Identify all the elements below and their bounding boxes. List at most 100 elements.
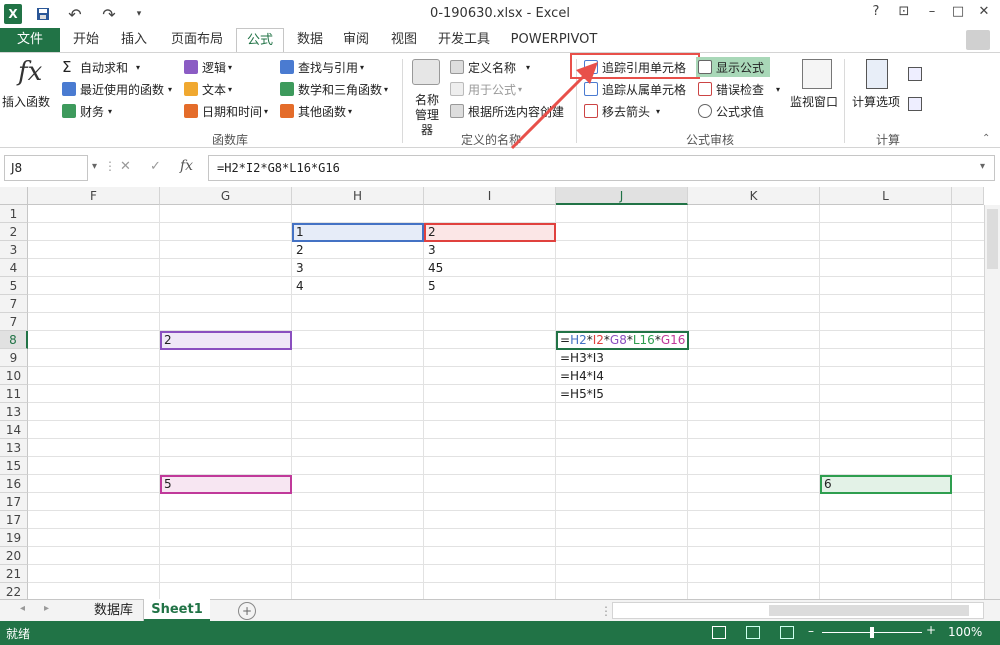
column-header-l[interactable]: L — [820, 187, 952, 205]
vertical-scrollbar[interactable] — [984, 205, 1000, 599]
enter-icon[interactable]: ✓ — [150, 159, 161, 174]
scroll-sheets-right-icon[interactable]: ▸ — [44, 603, 49, 614]
watch-window-button[interactable]: 监视窗口 — [790, 93, 838, 110]
cell-g8[interactable]: 2 — [161, 331, 172, 349]
normal-view-icon[interactable] — [712, 626, 726, 639]
split-handle[interactable]: ⋮ — [600, 604, 612, 618]
column-header-f[interactable]: F — [28, 187, 160, 205]
column-header-j[interactable]: J — [556, 187, 688, 205]
logical-button[interactable]: 逻辑 ▾ — [184, 57, 232, 77]
row-header[interactable]: 10 — [0, 367, 28, 385]
tab-insert[interactable]: 插入 — [112, 28, 156, 52]
financial-button[interactable]: 财务 ▾ — [62, 101, 112, 121]
cell-g16[interactable]: 5 — [161, 475, 172, 493]
row-header[interactable]: 5 — [0, 277, 28, 295]
cell-h5[interactable]: 4 — [293, 277, 304, 295]
ribbon-display-options-icon[interactable]: ⊡ — [890, 4, 918, 24]
text-button[interactable]: 文本 ▾ — [184, 79, 232, 99]
zoom-out-icon[interactable]: – — [808, 624, 814, 638]
cell-i5[interactable]: 5 — [425, 277, 436, 295]
zoom-slider-thumb[interactable] — [870, 627, 874, 638]
name-box[interactable]: J8 — [4, 155, 88, 181]
row-header[interactable]: 1 — [0, 205, 28, 223]
tab-data[interactable]: 数据 — [288, 28, 332, 52]
column-header-m[interactable] — [952, 187, 984, 205]
sheet-tab-sheet1[interactable]: Sheet1 — [144, 599, 210, 621]
row-header[interactable]: 14 — [0, 421, 28, 439]
row-header[interactable]: 16 — [0, 475, 28, 493]
cell-h2[interactable]: 1 — [293, 223, 304, 241]
more-functions-button[interactable]: 其他函数 ▾ — [280, 101, 352, 121]
cell-j11[interactable]: =H5*I5 — [557, 385, 604, 403]
recently-used-button[interactable]: 最近使用的函数 ▾ — [62, 79, 172, 99]
cancel-icon[interactable]: ✕ — [120, 159, 131, 174]
row-header[interactable]: 11 — [0, 385, 28, 403]
row-header[interactable]: 9 — [0, 349, 28, 367]
tab-file[interactable]: 文件 — [0, 28, 60, 52]
row-header[interactable]: 2 — [0, 223, 28, 241]
maximize-icon[interactable]: □ — [944, 4, 972, 24]
cell-i2[interactable]: 2 — [425, 223, 436, 241]
horizontal-scrollbar[interactable] — [612, 602, 984, 619]
tab-home[interactable]: 开始 — [64, 28, 108, 52]
cell-l16[interactable]: 6 — [821, 475, 832, 493]
sheet-tab-database[interactable]: 数据库 — [84, 600, 144, 621]
lookup-reference-button[interactable]: 查找与引用 ▾ — [280, 57, 364, 77]
vertical-scroll-thumb[interactable] — [987, 209, 998, 269]
cell-i3[interactable]: 3 — [425, 241, 436, 259]
row-header-selected[interactable]: 8 — [0, 331, 28, 349]
row-header[interactable]: 7 — [0, 313, 28, 331]
collapse-ribbon-icon[interactable]: ⌃ — [982, 133, 990, 144]
close-icon[interactable]: ✕ — [970, 4, 998, 24]
error-checking-button[interactable]: 错误检查 ▾ — [698, 79, 780, 99]
calculation-options-button[interactable]: 计算选项 — [852, 93, 900, 110]
row-header[interactable]: 17 — [0, 493, 28, 511]
row-header[interactable]: 3 — [0, 241, 28, 259]
cell-j10[interactable]: =H4*I4 — [557, 367, 604, 385]
select-all-corner[interactable] — [0, 187, 28, 205]
page-layout-view-icon[interactable] — [746, 626, 760, 639]
math-trig-button[interactable]: 数学和三角函数 ▾ — [280, 79, 388, 99]
column-header-h[interactable]: H — [292, 187, 424, 205]
column-header-i[interactable]: I — [424, 187, 556, 205]
scroll-sheets-left-icon[interactable]: ◂ — [20, 603, 25, 614]
row-header[interactable]: 17 — [0, 511, 28, 529]
tab-powerpivot[interactable]: POWERPIVOT — [504, 28, 604, 52]
zoom-in-icon[interactable]: + — [926, 623, 936, 637]
show-formulas-button[interactable]: 显示公式 — [696, 57, 771, 77]
column-header-g[interactable]: G — [160, 187, 292, 205]
worksheet-grid[interactable]: F G H I J K L 1 2 3 4 5 7 7 8 9 10 11 13… — [0, 187, 1000, 599]
cell-j9[interactable]: =H3*I3 — [557, 349, 604, 367]
tab-view[interactable]: 视图 — [382, 28, 426, 52]
tab-developer[interactable]: 开发工具 — [432, 28, 496, 52]
calculate-now-icon[interactable] — [908, 67, 922, 81]
help-icon[interactable]: ? — [862, 4, 890, 24]
cell-h3[interactable]: 2 — [293, 241, 304, 259]
formula-input[interactable]: =H2*I2*G8*L16*G16 — [208, 155, 995, 181]
autosum-button[interactable]: Σ 自动求和 ▾ — [62, 57, 140, 77]
cell-i4[interactable]: 45 — [425, 259, 443, 277]
evaluate-formula-button[interactable]: 公式求值 — [698, 101, 764, 121]
new-sheet-icon[interactable]: + — [238, 602, 256, 620]
row-header[interactable]: 15 — [0, 457, 28, 475]
page-break-view-icon[interactable] — [780, 626, 794, 639]
expand-formula-bar-icon[interactable]: ▾ — [980, 161, 985, 172]
name-box-dropdown-icon[interactable]: ▾ — [92, 161, 97, 172]
row-header[interactable]: 4 — [0, 259, 28, 277]
calculate-sheet-icon[interactable] — [908, 97, 922, 111]
insert-function-button[interactable]: 插入函数 — [2, 93, 50, 110]
row-header[interactable]: 13 — [0, 439, 28, 457]
horizontal-scroll-thumb[interactable] — [769, 605, 969, 616]
row-header[interactable]: 13 — [0, 403, 28, 421]
tab-formulas[interactable]: 公式 — [236, 28, 284, 53]
row-header[interactable]: 22 — [0, 583, 28, 599]
tab-review[interactable]: 审阅 — [336, 28, 376, 52]
cell-j8-formula[interactable]: =H2*I2*G8*L16*G16 — [557, 331, 685, 349]
insert-function-icon[interactable]: fx — [180, 158, 193, 174]
column-header-k[interactable]: K — [688, 187, 820, 205]
row-header[interactable]: 21 — [0, 565, 28, 583]
tab-page-layout[interactable]: 页面布局 — [162, 28, 232, 52]
cell-h4[interactable]: 3 — [293, 259, 304, 277]
row-header[interactable]: 20 — [0, 547, 28, 565]
zoom-level[interactable]: 100% — [948, 625, 982, 639]
